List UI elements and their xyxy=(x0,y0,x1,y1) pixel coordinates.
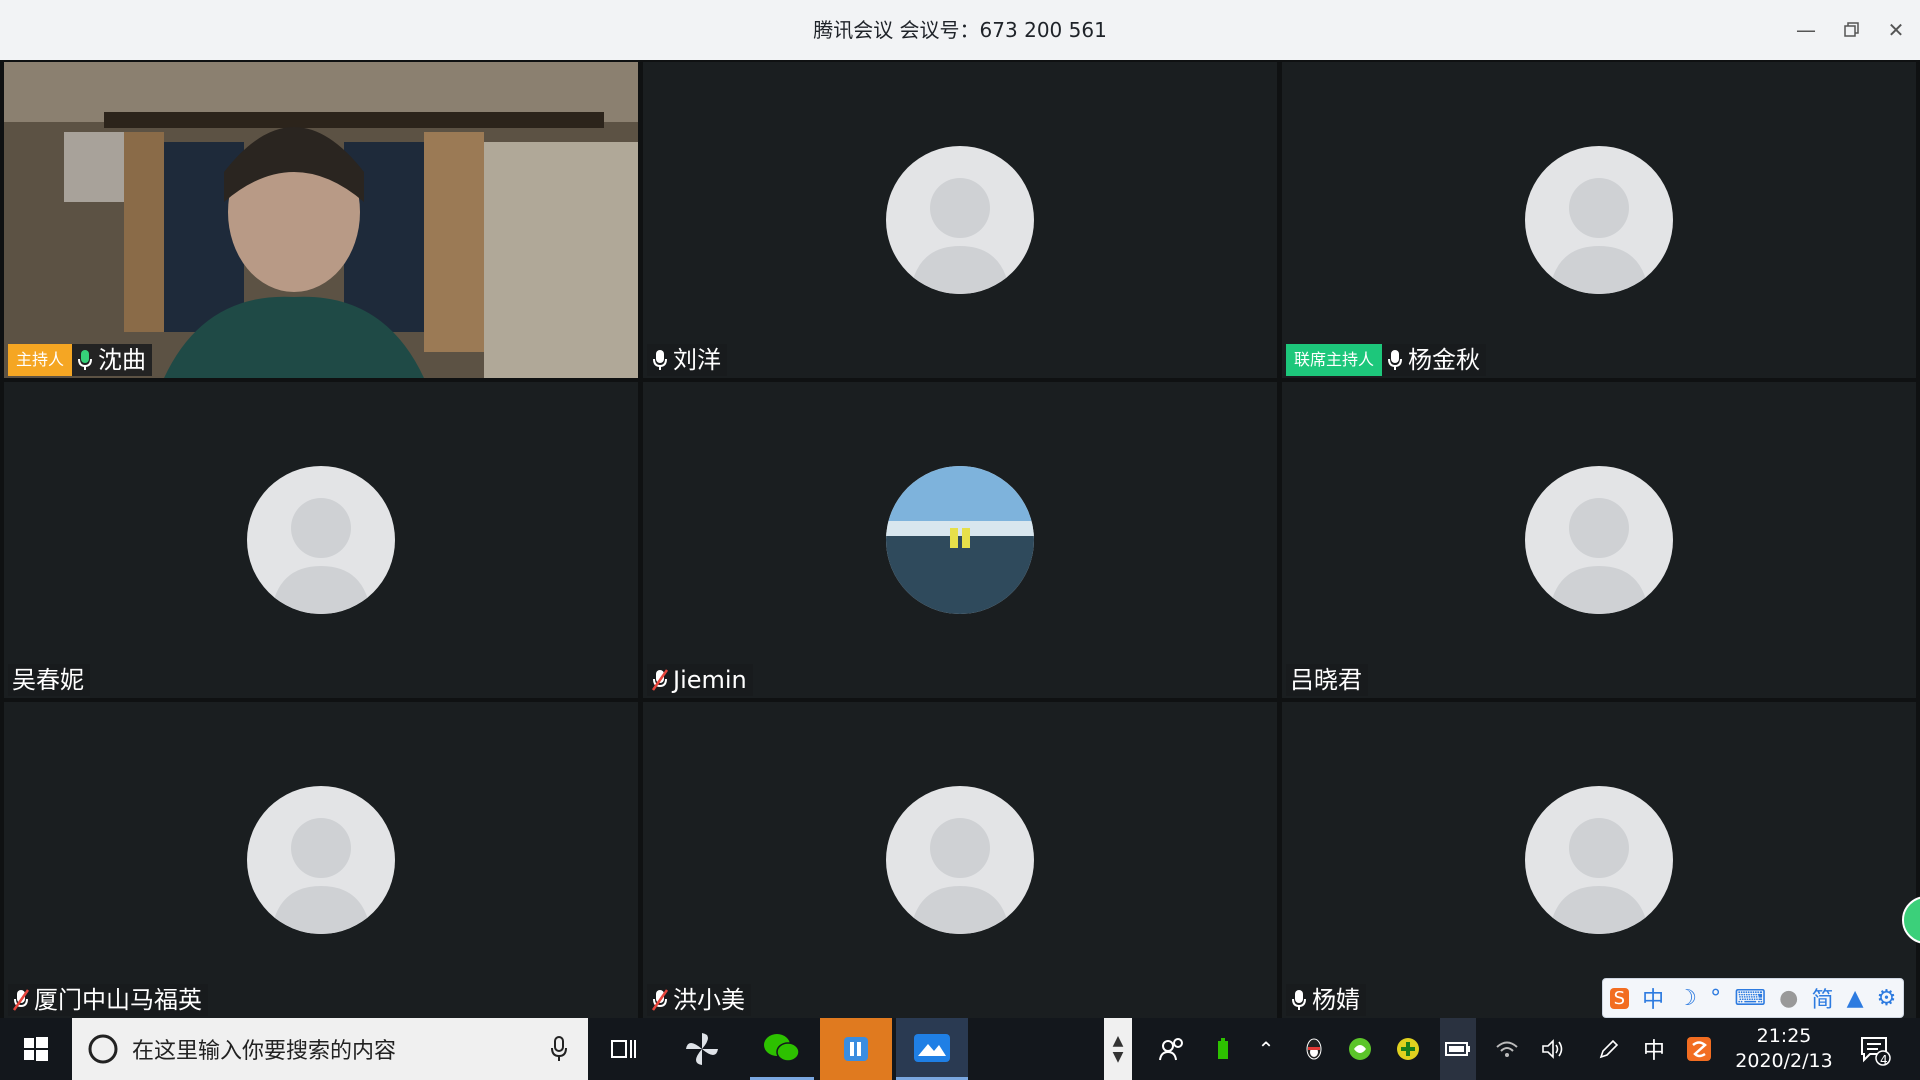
green-circle-app-icon[interactable] xyxy=(1346,1018,1374,1080)
participant-name: 沈曲 xyxy=(98,346,147,374)
moon-icon[interactable]: ☽ xyxy=(1677,986,1697,1011)
mic-muted-icon xyxy=(651,669,669,691)
mic-icon xyxy=(1388,350,1403,370)
action-center-icon[interactable]: 4 xyxy=(1850,1018,1900,1080)
participant-name-bar: 吴春妮 xyxy=(8,664,90,696)
default-avatar-icon xyxy=(886,146,1034,294)
participant-name-bar: Jiemin xyxy=(647,664,753,696)
participant-name: 吴春妮 xyxy=(12,666,84,694)
restore-icon[interactable] xyxy=(1836,14,1868,46)
volume-icon[interactable] xyxy=(1536,1018,1570,1080)
default-avatar-icon xyxy=(1525,146,1673,294)
default-avatar-icon xyxy=(247,786,395,934)
wechat-icon[interactable] xyxy=(750,1018,814,1080)
participant-tile-yangjing[interactable]: 杨婧 xyxy=(1282,702,1916,1018)
windows-start-icon[interactable] xyxy=(0,1018,72,1080)
participant-name-bar: 主持人 沈曲 xyxy=(8,344,153,376)
video-frame xyxy=(4,62,638,378)
scroll-up-icon[interactable]: ▲ xyxy=(1113,1033,1124,1049)
show-hidden-icons-chevron[interactable]: ⌃ xyxy=(1252,1018,1280,1080)
notification-badge: 4 xyxy=(1880,1053,1888,1067)
participant-tile-jiemin[interactable]: Jiemin xyxy=(643,382,1277,698)
participant-tile-wuchunni[interactable]: 吴春妮 xyxy=(4,382,638,698)
default-avatar-icon xyxy=(1525,466,1673,614)
participant-name: 杨金秋 xyxy=(1408,346,1481,374)
sogou-ime-icon[interactable] xyxy=(1684,1018,1714,1080)
ime-language-indicator[interactable]: 中 xyxy=(1640,1018,1668,1080)
camera-video xyxy=(4,62,638,378)
settings-gear-icon[interactable]: ⚙ xyxy=(1877,986,1897,1011)
participant-name: Jiemin xyxy=(673,666,747,694)
participant-name: 厦门中山马福英 xyxy=(34,986,202,1014)
orange-app-icon[interactable] xyxy=(820,1018,892,1080)
default-avatar-icon xyxy=(247,466,395,614)
punctuation-icon[interactable]: ° xyxy=(1710,986,1721,1011)
meeting-title: 腾讯会议 会议号：673 200 561 xyxy=(813,18,1107,42)
people-icon[interactable] xyxy=(1154,1018,1190,1080)
microphone-icon[interactable] xyxy=(550,1036,568,1062)
plus-app-icon[interactable] xyxy=(1394,1018,1422,1080)
wifi-icon[interactable] xyxy=(1492,1018,1522,1080)
ime-toolbar[interactable]: S 中 ☽ ° ⌨ ● 简 ▲ ⚙ xyxy=(1602,978,1904,1018)
clock-time: 21:25 xyxy=(1756,1025,1812,1047)
mic-icon xyxy=(1292,990,1306,1010)
mic-on-icon xyxy=(78,350,93,370)
pen-icon[interactable] xyxy=(1592,1018,1626,1080)
minimize-icon[interactable]: — xyxy=(1790,14,1822,46)
search-placeholder: 在这里输入你要搜索的内容 xyxy=(132,1039,397,1064)
participant-tile-shenqu[interactable]: 主持人 沈曲 xyxy=(4,62,638,378)
mic-muted-icon xyxy=(12,989,30,1011)
battery-icon[interactable] xyxy=(1440,1018,1476,1080)
participant-name-bar: 洪小美 xyxy=(647,984,751,1016)
battery-charge-icon[interactable] xyxy=(1210,1018,1236,1080)
participant-tile-yangjinqiu[interactable]: 联席主持人 杨金秋 xyxy=(1282,62,1916,378)
participant-tile-lvxiaojun[interactable]: 吕晓君 xyxy=(1282,382,1916,698)
ime-simplified[interactable]: 简 xyxy=(1811,982,1833,1014)
participant-tile-mafuying[interactable]: 厦门中山马福英 xyxy=(4,702,638,1018)
system-clock[interactable]: 21:25 2020/2/13 xyxy=(1724,1024,1844,1074)
user-icon[interactable]: ● xyxy=(1779,986,1798,1011)
close-icon[interactable]: ✕ xyxy=(1880,14,1912,46)
participant-grid: 主持人 沈曲 刘洋 联席主持人 杨金秋 吴春妮 Jiemin 吕晓君 厦门中山马… xyxy=(0,60,1920,1018)
mic-icon xyxy=(653,350,667,370)
participant-tile-hongxiaomei[interactable]: 洪小美 xyxy=(643,702,1277,1018)
sogou-logo-icon[interactable]: S xyxy=(1609,987,1629,1009)
taskbar-scroll-arrows[interactable]: ▲ ▼ xyxy=(1104,1018,1132,1080)
default-avatar-icon xyxy=(1525,786,1673,934)
taskbar-search-box[interactable]: 在这里输入你要搜索的内容 xyxy=(72,1018,588,1080)
skin-icon[interactable]: ▲ xyxy=(1847,986,1864,1011)
ime-mode-chinese[interactable]: 中 xyxy=(1642,982,1664,1014)
cortana-icon xyxy=(88,1034,118,1064)
participant-name-bar: 吕晓君 xyxy=(1286,664,1368,696)
task-view-icon[interactable] xyxy=(596,1018,652,1080)
participant-name-bar: 厦门中山马福英 xyxy=(8,984,208,1016)
photo-avatar xyxy=(886,466,1034,614)
window-title-bar: 腾讯会议 会议号：673 200 561 — ✕ xyxy=(0,0,1920,60)
participant-name: 吕晓君 xyxy=(1290,666,1362,694)
mic-muted-icon xyxy=(651,989,669,1011)
participant-name: 杨婧 xyxy=(1312,986,1360,1014)
participant-name-bar: 刘洋 xyxy=(647,344,727,376)
tencent-meeting-icon[interactable] xyxy=(896,1018,968,1080)
qq-penguin-icon[interactable] xyxy=(1300,1018,1328,1080)
keyboard-icon[interactable]: ⌨ xyxy=(1734,986,1766,1011)
participant-name: 刘洋 xyxy=(673,346,721,374)
windows-taskbar: 在这里输入你要搜索的内容 ▲ ▼ ⌃ 中 21:25 2020/2/13 4 xyxy=(0,1018,1920,1080)
participant-tile-liuyang[interactable]: 刘洋 xyxy=(643,62,1277,378)
scroll-down-icon[interactable]: ▼ xyxy=(1113,1049,1124,1065)
participant-name: 洪小美 xyxy=(673,986,745,1014)
clock-date: 2020/2/13 xyxy=(1735,1050,1833,1072)
default-avatar-icon xyxy=(886,786,1034,934)
pinwheel-app-icon[interactable] xyxy=(670,1018,734,1080)
host-badge: 主持人 xyxy=(8,344,73,376)
cohost-badge: 联席主持人 xyxy=(1286,344,1383,376)
participant-name-bar: 杨婧 xyxy=(1286,984,1366,1016)
participant-name-bar: 联席主持人 杨金秋 xyxy=(1286,344,1487,376)
